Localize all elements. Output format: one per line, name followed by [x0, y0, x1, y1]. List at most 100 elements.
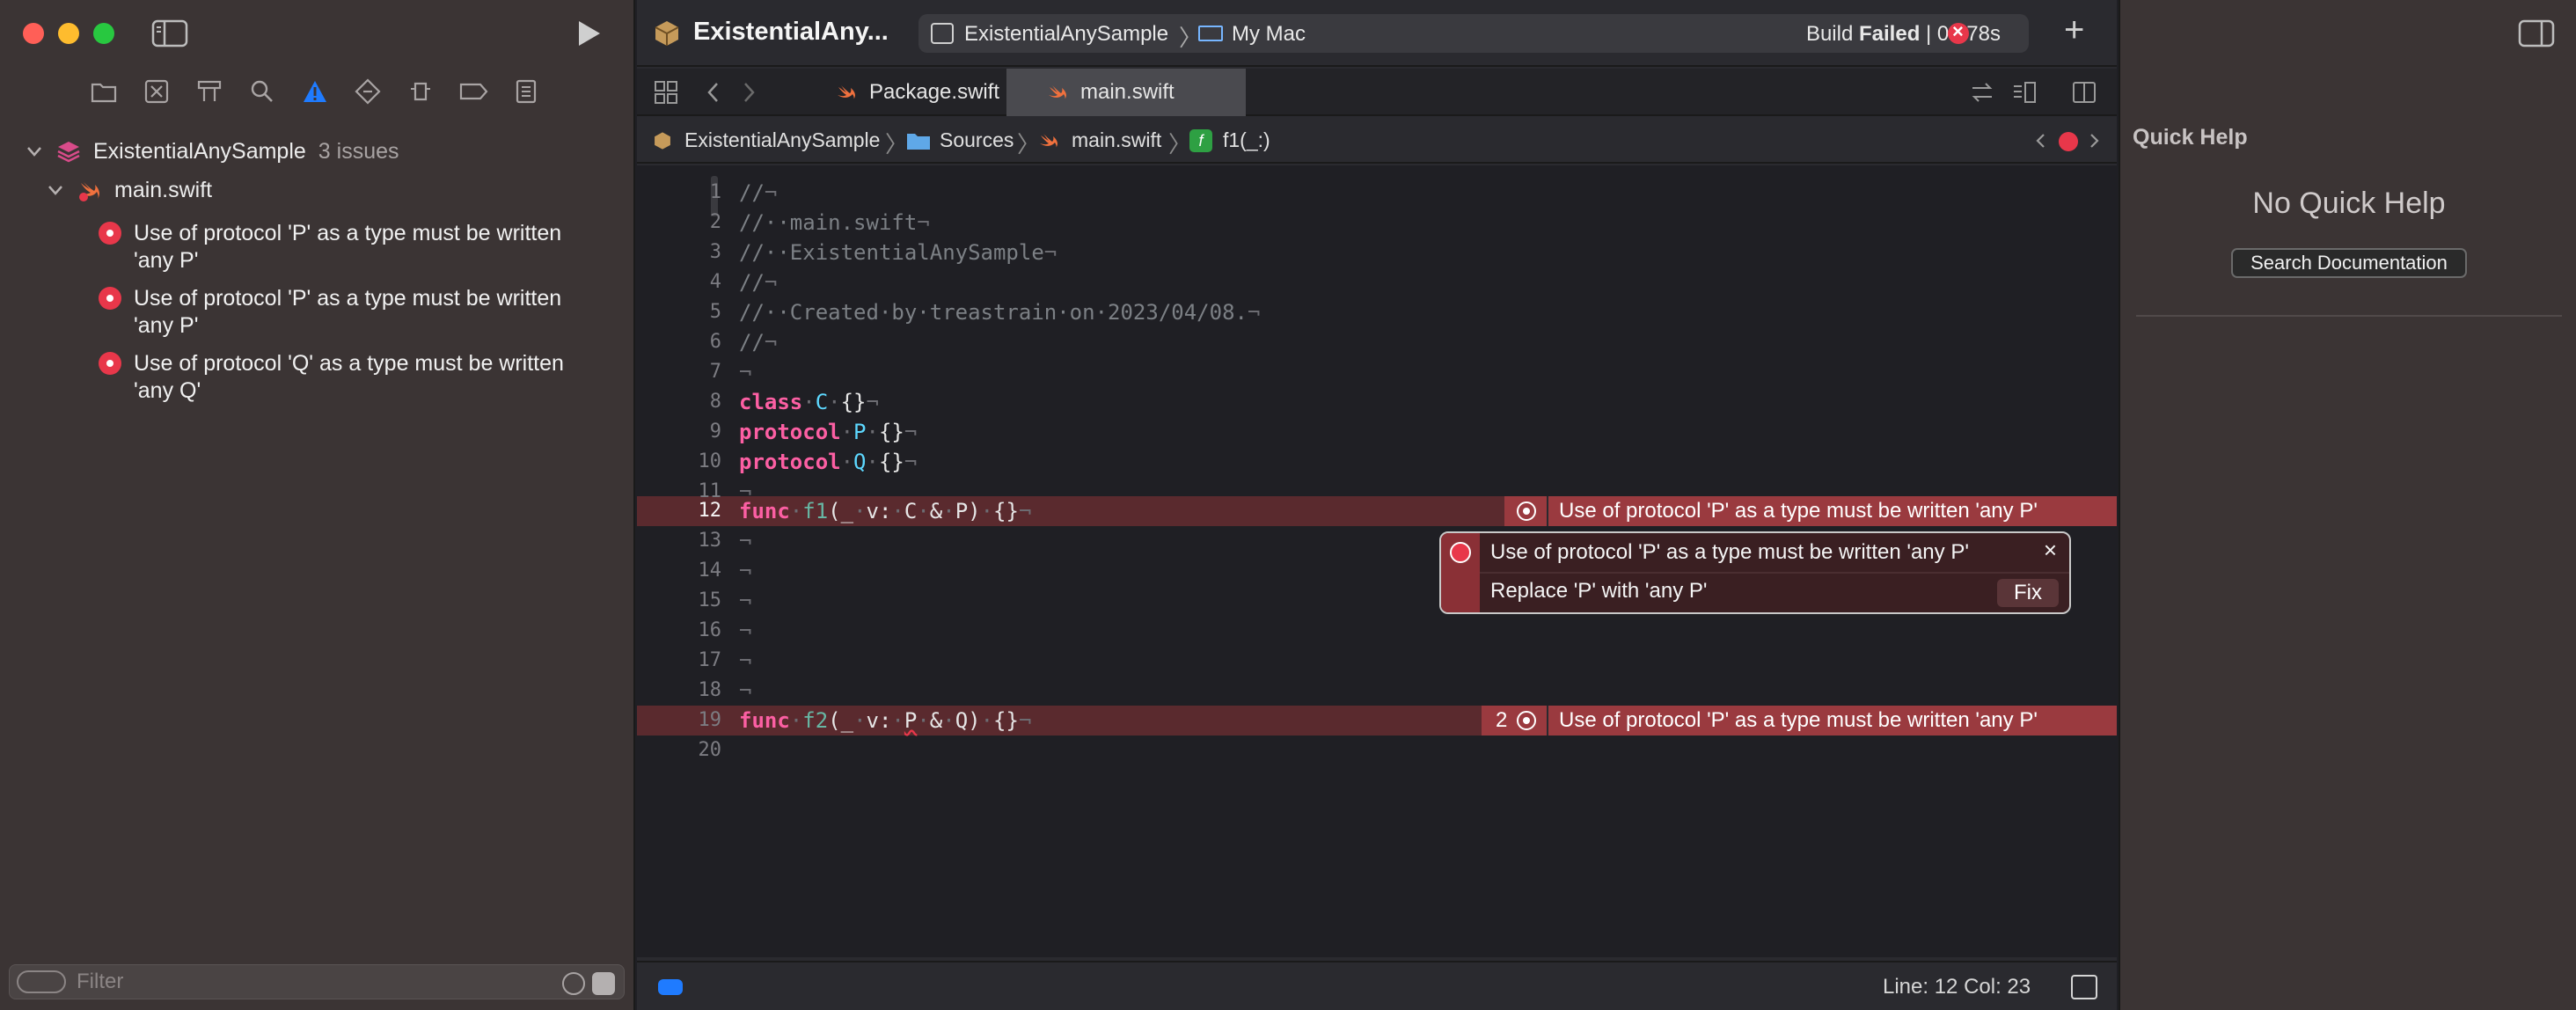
code-line: protocol·Q·{}¬	[739, 450, 918, 474]
code-line: //¬	[739, 270, 778, 295]
divider	[1480, 572, 2069, 574]
symbol-navigator-icon[interactable]	[194, 76, 225, 107]
error-icon	[1517, 711, 1536, 730]
chevron-down-icon[interactable]	[46, 180, 65, 200]
tab-label: main.swift	[1080, 80, 1175, 104]
recent-filter-icon[interactable]	[562, 972, 585, 995]
split-editor-icon[interactable]	[2071, 79, 2097, 106]
swift-icon	[838, 85, 855, 99]
editor-pane: ExistentialAny... ExistentialAnySample 〉…	[637, 0, 2117, 1010]
next-issue-icon[interactable]	[2085, 132, 2103, 150]
editor-options-icon[interactable]	[2011, 79, 2038, 106]
add-tab-button[interactable]: +	[2064, 11, 2084, 50]
run-icon[interactable]	[572, 18, 604, 49]
jump-file-label: main.swift	[1072, 128, 1162, 151]
issue-item[interactable]: Use of protocol 'P' as a type must be wr…	[0, 285, 635, 340]
build-status: Build Failed | 0.178s	[1806, 22, 2001, 47]
previous-issue-icon[interactable]	[2032, 132, 2050, 150]
scheme-activity-area[interactable]: ExistentialAnySample 〉 My Mac Build Fail…	[918, 14, 2029, 53]
issue-item[interactable]: Use of protocol 'Q' as a type must be wr…	[0, 350, 635, 405]
window-toolbar: ExistentialAny... ExistentialAnySample 〉…	[637, 0, 2117, 67]
issue-error-icon[interactable]	[2059, 132, 2078, 151]
folder-icon[interactable]	[88, 76, 120, 107]
search-icon[interactable]	[246, 76, 278, 107]
filter-bar[interactable]: Filter	[9, 964, 625, 999]
source-editor[interactable]: 1 2 3 4 5 6 7 8 9 10 11 12 13 14 15 16 1…	[637, 165, 2117, 957]
report-navigator-icon[interactable]	[510, 76, 542, 107]
issue-text: Use of protocol 'P' as a type must be wr…	[134, 221, 562, 273]
issue-navigator-icon[interactable]	[299, 76, 331, 107]
jump-project[interactable]: ExistentialAnySample	[653, 128, 880, 152]
issue-filter-icon[interactable]	[592, 972, 615, 995]
inline-error-annotation[interactable]: Use of protocol 'P' as a type must be wr…	[1504, 496, 2117, 526]
code-line: ¬	[739, 529, 752, 553]
back-icon[interactable]	[700, 79, 727, 106]
tab-main-swift[interactable]: main.swift	[1006, 69, 1246, 116]
debug-area-toggle-icon[interactable]	[2071, 975, 2097, 999]
package-icon	[655, 21, 679, 46]
error-icon	[1450, 542, 1471, 563]
minimize-window-button[interactable]	[58, 23, 79, 44]
build-result: Failed	[1859, 22, 1921, 46]
divider	[1547, 706, 1548, 736]
filter-input[interactable]: Filter	[77, 970, 123, 994]
line-number: 12	[698, 500, 722, 522]
grid-icon[interactable]	[653, 79, 679, 106]
build-error-icon[interactable]	[1948, 20, 1969, 44]
related-items-icon[interactable]	[1969, 79, 1995, 106]
xcode-window: ExistentialAnySample 3 issues main.swift…	[0, 0, 2576, 1010]
search-documentation-button[interactable]: Search Documentation	[2231, 248, 2467, 278]
fixit-popover: Use of protocol 'P' as a type must be wr…	[1439, 531, 2071, 614]
line-number: 13	[698, 530, 722, 552]
tab-package-swift[interactable]: Package.swift	[809, 69, 1026, 116]
code-line: ¬	[739, 678, 752, 703]
swift-icon	[1040, 133, 1057, 148]
zoom-window-button[interactable]	[93, 23, 114, 44]
inspector-toggle-icon[interactable]	[2518, 19, 2555, 48]
code-line: //··main.swift¬	[739, 210, 930, 235]
project-title: ExistentialAny...	[693, 18, 889, 46]
close-icon[interactable]: ×	[2044, 537, 2057, 564]
issue-tree: ExistentialAnySample 3 issues main.swift…	[0, 132, 635, 405]
code-line: ¬	[739, 618, 752, 643]
debug-navigator-icon[interactable]	[405, 76, 436, 107]
package-icon	[655, 131, 670, 150]
issue-text: Use of protocol 'Q' as a type must be wr…	[134, 351, 564, 403]
fixit-message: Use of protocol 'P' as a type must be wr…	[1490, 540, 1969, 564]
source-control-icon[interactable]	[141, 76, 172, 107]
filter-menu-icon[interactable]	[17, 970, 66, 993]
jump-file[interactable]: main.swift	[1038, 128, 1161, 152]
error-icon	[99, 222, 121, 245]
destination-selector[interactable]: My Mac	[1232, 22, 1306, 47]
tree-project-row[interactable]: ExistentialAnySample 3 issues	[0, 132, 635, 171]
forward-icon[interactable]	[735, 79, 762, 106]
fix-button[interactable]: Fix	[1997, 579, 2059, 607]
line-number: 8	[709, 391, 721, 413]
swift-file-icon	[79, 182, 99, 201]
test-navigator-icon[interactable]	[352, 76, 384, 107]
issue-item[interactable]: Use of protocol 'P' as a type must be wr…	[0, 220, 635, 274]
jump-symbol[interactable]: f f1(_:)	[1189, 128, 1270, 152]
line-number: 20	[698, 739, 722, 761]
fixit-suggestion[interactable]: Replace 'P' with 'any P'	[1490, 579, 1707, 604]
code-line: ¬	[739, 360, 752, 384]
breakpoints-toggle-icon[interactable]	[658, 979, 683, 995]
chevron-down-icon[interactable]	[25, 142, 44, 161]
quick-help-title: Quick Help	[2133, 125, 2248, 150]
jump-folder[interactable]: Sources	[906, 128, 1014, 152]
jump-folder-label: Sources	[940, 128, 1014, 151]
scheme-selector[interactable]: ExistentialAnySample	[964, 22, 1168, 47]
navigator-pane: ExistentialAnySample 3 issues main.swift…	[0, 0, 635, 1010]
close-window-button[interactable]	[23, 23, 44, 44]
code-line: ¬	[739, 648, 752, 673]
line-number: 7	[709, 361, 721, 383]
tree-file-row[interactable]: main.swift	[0, 171, 635, 209]
sidebar-toggle-icon[interactable]	[151, 19, 188, 48]
error-icon	[1517, 501, 1536, 521]
line-number: 14	[698, 560, 722, 582]
breakpoint-navigator-icon[interactable]	[457, 76, 489, 107]
issue-count: 3 issues	[318, 138, 399, 164]
jump-project-label: ExistentialAnySample	[684, 128, 881, 151]
inline-error-annotation[interactable]: 2 Use of protocol 'P' as a type must be …	[1482, 706, 2117, 736]
line-number: 16	[698, 619, 722, 641]
